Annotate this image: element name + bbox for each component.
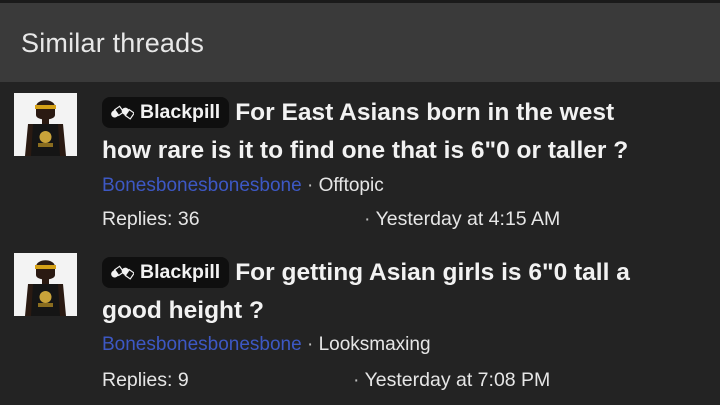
pills-icon — [111, 105, 136, 120]
thread-meta: Bonesbonesbonesbone · Looksmaxing — [102, 333, 431, 357]
title-line-2: how rare is it to find one that is 6"0 o… — [102, 137, 629, 164]
prefix-badge[interactable]: Blackpill — [102, 257, 230, 288]
date-separator: · — [364, 208, 371, 230]
section-title: Similar threads — [21, 28, 205, 58]
prefix-label: Blackpill — [140, 101, 221, 123]
similar-threads-page: Similar threads Blackpill For East Asian… — [0, 0, 720, 405]
thread-title[interactable]: Blackpill For East Asians born in the wes… — [102, 94, 702, 170]
forum-link[interactable]: Looksmaxing — [319, 334, 431, 355]
avatar-image — [14, 253, 77, 316]
author-link[interactable]: Bonesbonesbonesbone — [102, 334, 302, 355]
title-line-2: good height ? — [102, 297, 264, 324]
meta-separator: · — [306, 334, 314, 355]
replies-count: Replies: 36 — [102, 208, 200, 230]
thread-meta: Bonesbonesbonesbone · Offtopic — [102, 174, 384, 198]
replies-count: Replies: 9 — [102, 369, 189, 391]
title-line-1: For getting Asian girls is 6"0 tall a — [235, 259, 630, 286]
author-link[interactable]: Bonesbonesbonesbone — [102, 175, 302, 196]
date-text: Yesterday at 4:15 AM — [375, 208, 561, 230]
avatar[interactable] — [14, 253, 77, 316]
section-header: Similar threads — [0, 3, 720, 82]
thread-item[interactable]: Blackpill For East Asians born in the wes… — [0, 82, 720, 244]
prefix-badge[interactable]: Blackpill — [102, 97, 230, 128]
title-line-1: For East Asians born in the west — [235, 99, 615, 126]
avatar-image — [14, 93, 77, 156]
forum-link[interactable]: Offtopic — [319, 175, 384, 196]
pills-icon — [111, 265, 136, 280]
thread-title[interactable]: Blackpill For getting Asian girls is 6"0 … — [102, 254, 702, 330]
avatar[interactable] — [14, 93, 77, 156]
thread-item[interactable]: Blackpill For getting Asian girls is 6"0 … — [0, 244, 720, 405]
meta-separator: · — [306, 175, 314, 196]
date-text: Yesterday at 7:08 PM — [364, 369, 551, 391]
prefix-label: Blackpill — [140, 261, 221, 283]
thread-date[interactable]: · Yesterday at 4:15 AM — [364, 207, 560, 231]
date-separator: · — [353, 369, 360, 391]
thread-date[interactable]: · Yesterday at 7:08 PM — [353, 368, 550, 392]
